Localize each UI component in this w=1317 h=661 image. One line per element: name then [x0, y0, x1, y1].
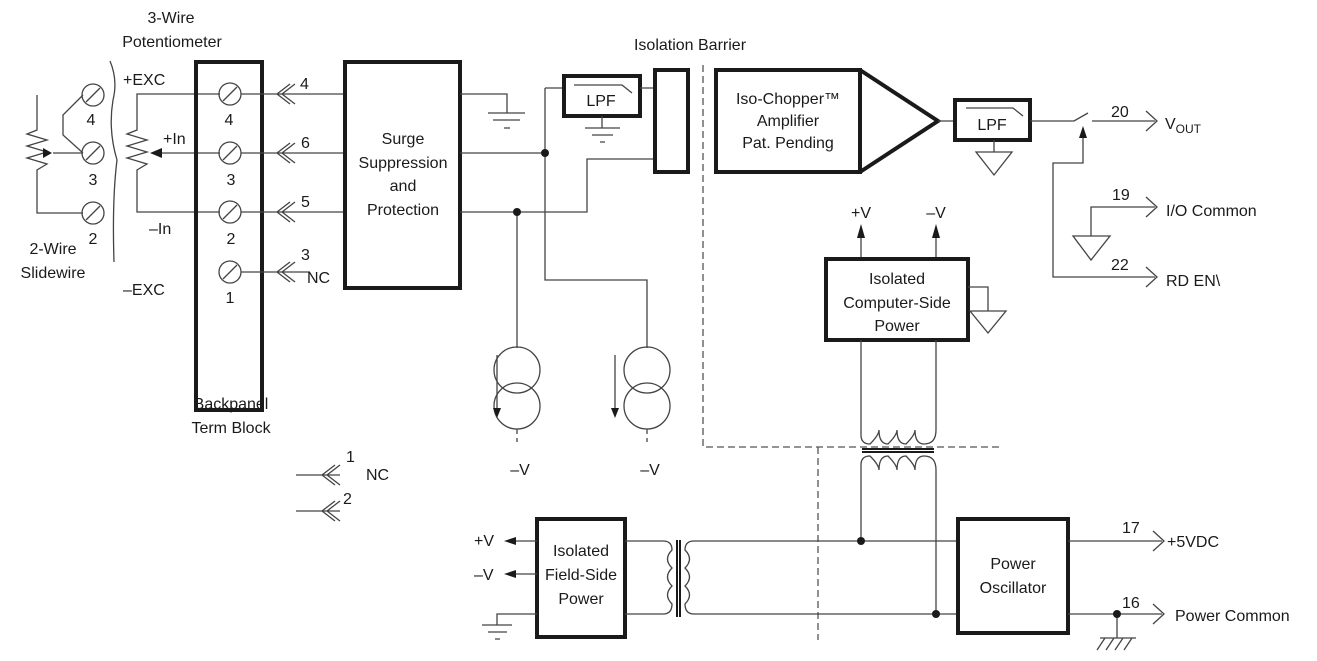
- chopper-text: Pat. Pending: [742, 135, 834, 152]
- slidewire-label: Slidewire: [21, 265, 86, 282]
- output-switch: [1030, 110, 1158, 132]
- transformer-icon: [860, 340, 937, 614]
- svg-text:–V: –V: [510, 462, 530, 479]
- plus-5vdc-label: +5VDC: [1167, 534, 1219, 551]
- junction-dot: [932, 610, 940, 618]
- isolation-barrier: [653, 68, 690, 174]
- block-text: Oscillator: [980, 580, 1047, 597]
- isolation-barrier-label: Isolation Barrier: [634, 37, 747, 54]
- pin-label: 19: [1112, 187, 1130, 204]
- extra-pins: 1 NC 2: [296, 449, 389, 522]
- lpf-label: LPF: [586, 93, 616, 110]
- slidewire-terminals: 4 3 2: [81, 83, 105, 248]
- output-lines: [1068, 530, 1165, 651]
- svg-text:3: 3: [301, 247, 310, 264]
- arrow-icon: [504, 537, 516, 578]
- lpf-icon: [966, 107, 1024, 117]
- transformer-icon: [625, 540, 958, 617]
- junction-dot: [857, 537, 865, 545]
- amplifier-triangle: [858, 68, 942, 174]
- pin-label: 17: [1122, 520, 1140, 537]
- rd-en-label: RD EN\: [1166, 273, 1221, 290]
- svg-text:4: 4: [87, 112, 96, 129]
- surge-text: Suppression: [359, 155, 448, 172]
- svg-text:3: 3: [89, 172, 98, 189]
- io-common-label: I/O Common: [1166, 203, 1257, 220]
- backpanel-label: Term Block: [191, 420, 271, 437]
- pin-label: 20: [1111, 104, 1129, 121]
- junction-dot: [541, 149, 549, 157]
- surge-text: Protection: [367, 202, 439, 219]
- chopper-text: Iso-Chopper™: [736, 91, 840, 108]
- pot-title: Potentiometer: [122, 34, 222, 51]
- block-text: Power: [990, 556, 1036, 573]
- svg-text:6: 6: [301, 135, 310, 152]
- block-text: Field-Side: [545, 567, 617, 584]
- minus-in-label: –In: [149, 221, 171, 238]
- svg-text:2: 2: [89, 231, 98, 248]
- svg-text:1: 1: [346, 449, 355, 466]
- slidewire-resistor: [24, 94, 84, 214]
- term-block-terminals: 4 3 2 1: [218, 82, 242, 307]
- connectors: 4 6 5 3 NC: [241, 76, 345, 287]
- rd-enable-line: [1052, 135, 1158, 288]
- surge-text: and: [390, 178, 417, 195]
- ground-triangle: [968, 286, 1008, 335]
- ground-triangle: [974, 140, 1014, 177]
- arrow-icon: [1079, 126, 1087, 138]
- block-text: Power: [874, 318, 920, 335]
- svg-text:5: 5: [301, 194, 310, 211]
- pin-label: 22: [1111, 257, 1129, 274]
- minus-exc-label: –EXC: [123, 282, 165, 299]
- signal-wires: [460, 87, 655, 348]
- svg-text:3: 3: [227, 172, 236, 189]
- svg-text:4: 4: [300, 76, 309, 93]
- vout-label: VOUT: [1165, 116, 1202, 136]
- junction-dot: [513, 208, 521, 216]
- svg-text:2: 2: [227, 231, 236, 248]
- svg-text:4: 4: [225, 112, 234, 129]
- io-common-line: [1071, 196, 1158, 262]
- svg-text:NC: NC: [366, 467, 389, 484]
- plus-exc-label: +EXC: [123, 72, 165, 89]
- svg-text:2: 2: [343, 491, 352, 508]
- surge-text: Surge: [382, 131, 425, 148]
- current-source: –V: [493, 346, 541, 479]
- pin-label: 16: [1122, 595, 1140, 612]
- minus-v-label: –V: [926, 205, 946, 222]
- chopper-text: Amplifier: [757, 113, 820, 130]
- power-common-label: Power Common: [1175, 608, 1290, 625]
- plus-in-label: +In: [163, 131, 186, 148]
- plus-v-label: +V: [851, 205, 871, 222]
- pot-title: 3-Wire: [147, 10, 194, 27]
- isolated-signal-conditioner-diagram: 3-Wire Potentiometer +EXC +In –In –EXC 2…: [21, 10, 1290, 651]
- surge-suppression-block: [343, 60, 462, 290]
- current-source: –V: [611, 346, 671, 479]
- svg-text:–V: –V: [640, 462, 660, 479]
- power-oscillator-block: [956, 517, 1070, 635]
- slidewire-label: 2-Wire: [29, 241, 76, 258]
- block-text: Isolated: [869, 271, 925, 288]
- block-text: Power: [558, 591, 604, 608]
- block-text: Computer-Side: [843, 295, 951, 312]
- brace: [109, 60, 118, 263]
- potentiometer-resistor: [124, 93, 220, 213]
- block-text: Isolated: [553, 543, 609, 560]
- arrow-icon: [857, 224, 940, 238]
- svg-text:1: 1: [226, 290, 235, 307]
- ground-symbol: [460, 93, 525, 129]
- plus-v-label: +V: [474, 533, 494, 550]
- minus-v-label: –V: [474, 567, 494, 584]
- lpf-label: LPF: [977, 117, 1007, 134]
- nc-label: NC: [307, 270, 330, 287]
- junction-dot: [1113, 610, 1121, 618]
- lpf-icon: [574, 84, 633, 94]
